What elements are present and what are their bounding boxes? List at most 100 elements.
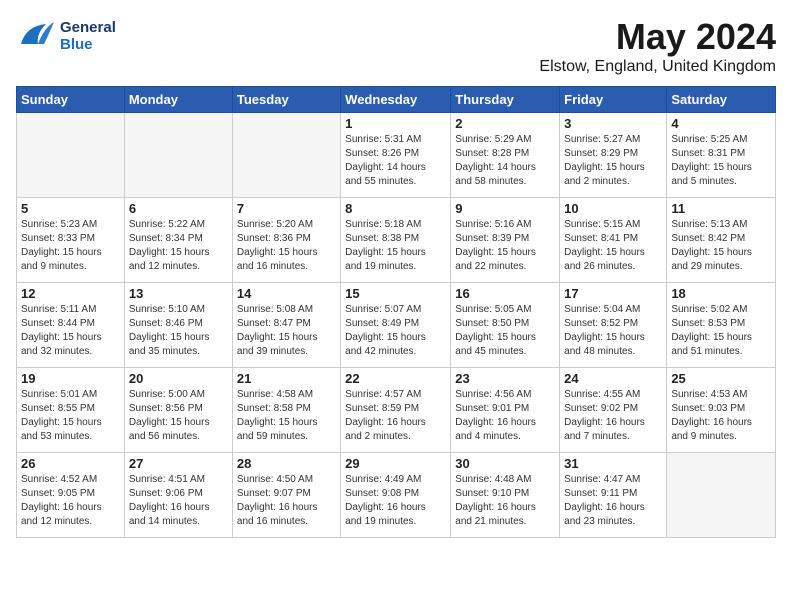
calendar-cell: 28 Sunrise: 4:50 AMSunset: 9:07 PMDayligh… [232,453,340,538]
calendar-cell [232,113,340,198]
day-info: Sunrise: 5:25 AMSunset: 8:31 PMDaylight:… [671,133,771,189]
calendar-cell: 31 Sunrise: 4:47 AMSunset: 9:11 PMDayligh… [560,453,667,538]
day-info: Sunrise: 4:50 AMSunset: 9:07 PMDaylight:… [237,473,336,529]
day-info: Sunrise: 5:07 AMSunset: 8:49 PMDaylight:… [345,303,446,359]
calendar-cell: 27 Sunrise: 4:51 AMSunset: 9:06 PMDayligh… [124,453,232,538]
day-info: Sunrise: 4:47 AMSunset: 9:11 PMDaylight:… [564,473,662,529]
day-info: Sunrise: 5:16 AMSunset: 8:39 PMDaylight:… [455,218,555,274]
day-info: Sunrise: 5:02 AMSunset: 8:53 PMDaylight:… [671,303,771,359]
day-info: Sunrise: 4:53 AMSunset: 9:03 PMDaylight:… [671,388,771,444]
day-number: 8 [345,201,446,216]
day-number: 12 [21,286,120,301]
calendar-cell: 17 Sunrise: 5:04 AMSunset: 8:52 PMDayligh… [560,283,667,368]
day-info: Sunrise: 5:31 AMSunset: 8:26 PMDaylight:… [345,133,446,189]
day-number: 31 [564,456,662,471]
day-number: 14 [237,286,336,301]
day-number: 22 [345,371,446,386]
day-info: Sunrise: 5:23 AMSunset: 8:33 PMDaylight:… [21,218,120,274]
calendar-cell: 10Sunrise: 5:15 AMSunset: 8:41 PMDayligh… [560,198,667,283]
day-info: Sunrise: 5:20 AMSunset: 8:36 PMDaylight:… [237,218,336,274]
day-number: 23 [455,371,555,386]
location-title: Elstow, England, United Kingdom [539,58,776,76]
day-number: 16 [455,286,555,301]
week-row-5: 26 Sunrise: 4:52 AMSunset: 9:05 PMDayligh… [17,453,776,538]
day-number: 18 [671,286,771,301]
calendar-cell: 18 Sunrise: 5:02 AMSunset: 8:53 PMDayligh… [667,283,776,368]
calendar-cell: 20 Sunrise: 5:00 AMSunset: 8:56 PMDayligh… [124,368,232,453]
calendar-cell: 9Sunrise: 5:16 AMSunset: 8:39 PMDaylight… [451,198,560,283]
calendar-cell [17,113,125,198]
weekday-header-monday: Monday [124,87,232,113]
week-row-1: 1 Sunrise: 5:31 AMSunset: 8:26 PMDaylight… [17,113,776,198]
day-number: 27 [129,456,228,471]
day-number: 11 [671,201,771,216]
day-number: 26 [21,456,120,471]
day-info: Sunrise: 4:48 AMSunset: 9:10 PMDaylight:… [455,473,555,529]
day-number: 17 [564,286,662,301]
day-number: 2 [455,116,555,131]
day-number: 3 [564,116,662,131]
day-number: 4 [671,116,771,131]
calendar-cell: 11Sunrise: 5:13 AMSunset: 8:42 PMDayligh… [667,198,776,283]
calendar-cell: 14 Sunrise: 5:08 AMSunset: 8:47 PMDayligh… [232,283,340,368]
calendar-header-row: SundayMondayTuesdayWednesdayThursdayFrid… [17,87,776,113]
day-number: 15 [345,286,446,301]
day-info: Sunrise: 4:49 AMSunset: 9:08 PMDaylight:… [345,473,446,529]
weekday-header-sunday: Sunday [17,87,125,113]
calendar-cell: 1 Sunrise: 5:31 AMSunset: 8:26 PMDaylight… [341,113,451,198]
calendar-cell: 15 Sunrise: 5:07 AMSunset: 8:49 PMDayligh… [341,283,451,368]
calendar-cell: 8Sunrise: 5:18 AMSunset: 8:38 PMDaylight… [341,198,451,283]
logo: General Blue [16,16,116,57]
day-number: 29 [345,456,446,471]
day-info: Sunrise: 4:51 AMSunset: 9:06 PMDaylight:… [129,473,228,529]
day-info: Sunrise: 5:29 AMSunset: 8:28 PMDaylight:… [455,133,555,189]
day-info: Sunrise: 4:52 AMSunset: 9:05 PMDaylight:… [21,473,120,529]
calendar-cell: 7 Sunrise: 5:20 AMSunset: 8:36 PMDaylight… [232,198,340,283]
calendar-cell: 6 Sunrise: 5:22 AMSunset: 8:34 PMDaylight… [124,198,232,283]
calendar-cell: 30 Sunrise: 4:48 AMSunset: 9:10 PMDayligh… [451,453,560,538]
logo-text: General Blue [60,20,116,53]
calendar-cell: 24 Sunrise: 4:55 AMSunset: 9:02 PMDayligh… [560,368,667,453]
day-number: 7 [237,201,336,216]
calendar-cell: 12Sunrise: 5:11 AMSunset: 8:44 PMDayligh… [17,283,125,368]
day-number: 21 [237,371,336,386]
day-info: Sunrise: 5:27 AMSunset: 8:29 PMDaylight:… [564,133,662,189]
day-number: 20 [129,371,228,386]
week-row-2: 5Sunrise: 5:23 AMSunset: 8:33 PMDaylight… [17,198,776,283]
day-info: Sunrise: 4:56 AMSunset: 9:01 PMDaylight:… [455,388,555,444]
logo-bird-icon [16,16,56,57]
calendar-cell [124,113,232,198]
weekday-header-friday: Friday [560,87,667,113]
day-info: Sunrise: 5:08 AMSunset: 8:47 PMDaylight:… [237,303,336,359]
day-info: Sunrise: 5:00 AMSunset: 8:56 PMDaylight:… [129,388,228,444]
calendar-cell [667,453,776,538]
day-info: Sunrise: 5:22 AMSunset: 8:34 PMDaylight:… [129,218,228,274]
calendar-cell: 25Sunrise: 4:53 AMSunset: 9:03 PMDayligh… [667,368,776,453]
calendar-table: SundayMondayTuesdayWednesdayThursdayFrid… [16,86,776,538]
weekday-header-saturday: Saturday [667,87,776,113]
weekday-header-thursday: Thursday [451,87,560,113]
day-number: 24 [564,371,662,386]
day-number: 1 [345,116,446,131]
page-header: General Blue May 2024 Elstow, England, U… [16,16,776,76]
day-number: 6 [129,201,228,216]
calendar-cell: 21Sunrise: 4:58 AMSunset: 8:58 PMDayligh… [232,368,340,453]
calendar-cell: 22 Sunrise: 4:57 AMSunset: 8:59 PMDayligh… [341,368,451,453]
calendar-cell: 13Sunrise: 5:10 AMSunset: 8:46 PMDayligh… [124,283,232,368]
day-info: Sunrise: 4:55 AMSunset: 9:02 PMDaylight:… [564,388,662,444]
day-number: 30 [455,456,555,471]
day-number: 13 [129,286,228,301]
day-info: Sunrise: 5:01 AMSunset: 8:55 PMDaylight:… [21,388,120,444]
calendar-cell: 29 Sunrise: 4:49 AMSunset: 9:08 PMDayligh… [341,453,451,538]
month-title: May 2024 [539,16,776,58]
week-row-3: 12Sunrise: 5:11 AMSunset: 8:44 PMDayligh… [17,283,776,368]
day-info: Sunrise: 5:04 AMSunset: 8:52 PMDaylight:… [564,303,662,359]
day-info: Sunrise: 5:05 AMSunset: 8:50 PMDaylight:… [455,303,555,359]
day-number: 10 [564,201,662,216]
calendar-cell: 16 Sunrise: 5:05 AMSunset: 8:50 PMDayligh… [451,283,560,368]
day-info: Sunrise: 4:57 AMSunset: 8:59 PMDaylight:… [345,388,446,444]
calendar-cell: 23 Sunrise: 4:56 AMSunset: 9:01 PMDayligh… [451,368,560,453]
calendar-cell: 26 Sunrise: 4:52 AMSunset: 9:05 PMDayligh… [17,453,125,538]
calendar-cell: 5Sunrise: 5:23 AMSunset: 8:33 PMDaylight… [17,198,125,283]
day-number: 28 [237,456,336,471]
